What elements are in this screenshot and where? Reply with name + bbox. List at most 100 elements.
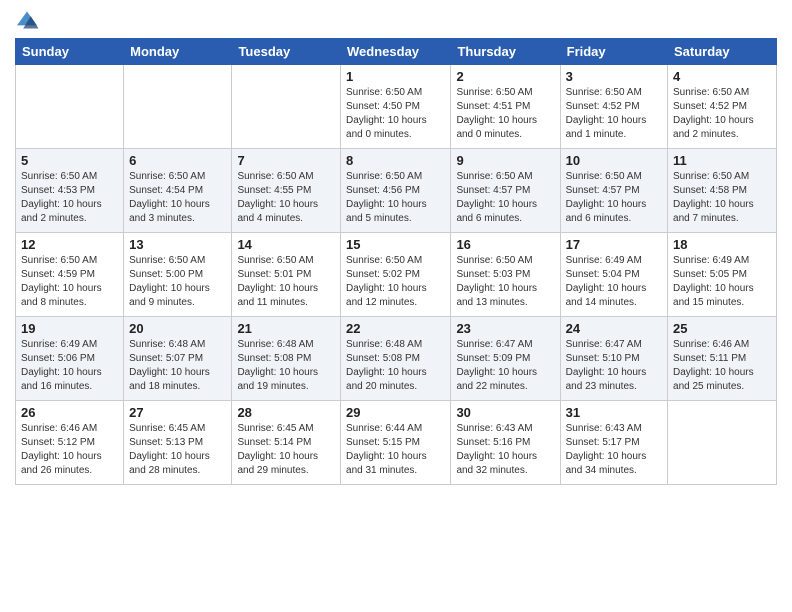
weekday-header-wednesday: Wednesday — [341, 39, 451, 65]
day-number: 26 — [21, 405, 118, 420]
calendar-cell — [16, 65, 124, 149]
cell-details: Sunrise: 6:50 AM Sunset: 5:00 PM Dayligh… — [129, 254, 226, 310]
calendar-cell: 7Sunrise: 6:50 AM Sunset: 4:55 PM Daylig… — [232, 149, 341, 233]
cell-content: 15 Sunrise: 6:50 AM Sunset: 5:02 PM Dayli… — [346, 237, 445, 312]
day-number: 31 — [566, 405, 662, 420]
calendar-cell: 21 Sunrise: 6:48 AM Sunset: 5:08 PM Dayli… — [232, 317, 341, 401]
calendar-cell: 25Sunrise: 6:46 AM Sunset: 5:11 PM Dayli… — [668, 317, 777, 401]
day-number: 17 — [566, 237, 662, 252]
cell-content: 5Sunrise: 6:50 AM Sunset: 4:53 PM Daylig… — [21, 153, 118, 228]
cell-content: 13 Sunrise: 6:50 AM Sunset: 5:00 PM Dayli… — [129, 237, 226, 312]
cell-content: 29Sunrise: 6:44 AM Sunset: 5:15 PM Dayli… — [346, 405, 445, 480]
cell-details: Sunrise: 6:50 AM Sunset: 4:52 PM Dayligh… — [566, 86, 662, 142]
cell-details: Sunrise: 6:50 AM Sunset: 4:59 PM Dayligh… — [21, 254, 118, 310]
logo — [15, 10, 43, 30]
cell-details: Sunrise: 6:50 AM Sunset: 5:01 PM Dayligh… — [237, 254, 335, 310]
day-number: 13 — [129, 237, 226, 252]
cell-content: 28 Sunrise: 6:45 AM Sunset: 5:14 PM Dayli… — [237, 405, 335, 480]
weekday-header-saturday: Saturday — [668, 39, 777, 65]
cell-details: Sunrise: 6:50 AM Sunset: 5:03 PM Dayligh… — [456, 254, 554, 310]
cell-details: Sunrise: 6:50 AM Sunset: 4:57 PM Dayligh… — [456, 170, 554, 226]
cell-details: Sunrise: 6:50 AM Sunset: 4:54 PM Dayligh… — [129, 170, 226, 226]
day-number: 8 — [346, 153, 445, 168]
day-number: 21 — [237, 321, 335, 336]
day-number: 6 — [129, 153, 226, 168]
cell-content: 25Sunrise: 6:46 AM Sunset: 5:11 PM Dayli… — [673, 321, 771, 396]
calendar-cell: 4 Sunrise: 6:50 AM Sunset: 4:52 PM Daylig… — [668, 65, 777, 149]
day-number: 12 — [21, 237, 118, 252]
cell-details: Sunrise: 6:50 AM Sunset: 4:58 PM Dayligh… — [673, 170, 771, 226]
page: SundayMondayTuesdayWednesdayThursdayFrid… — [0, 0, 792, 612]
day-number: 9 — [456, 153, 554, 168]
cell-content: 11 Sunrise: 6:50 AM Sunset: 4:58 PM Dayli… — [673, 153, 771, 228]
day-number: 20 — [129, 321, 226, 336]
cell-details: Sunrise: 6:50 AM Sunset: 4:50 PM Dayligh… — [346, 86, 445, 142]
cell-content: 30Sunrise: 6:43 AM Sunset: 5:16 PM Dayli… — [456, 405, 554, 480]
day-number: 15 — [346, 237, 445, 252]
calendar-cell: 10Sunrise: 6:50 AM Sunset: 4:57 PM Dayli… — [560, 149, 667, 233]
cell-content: 8Sunrise: 6:50 AM Sunset: 4:56 PM Daylig… — [346, 153, 445, 228]
cell-content: 14 Sunrise: 6:50 AM Sunset: 5:01 PM Dayli… — [237, 237, 335, 312]
calendar-week-4: 19Sunrise: 6:49 AM Sunset: 5:06 PM Dayli… — [16, 317, 777, 401]
calendar-cell: 8Sunrise: 6:50 AM Sunset: 4:56 PM Daylig… — [341, 149, 451, 233]
cell-content: 6 Sunrise: 6:50 AM Sunset: 4:54 PM Daylig… — [129, 153, 226, 228]
cell-details: Sunrise: 6:48 AM Sunset: 5:08 PM Dayligh… — [237, 338, 335, 394]
cell-content: 18Sunrise: 6:49 AM Sunset: 5:05 PM Dayli… — [673, 237, 771, 312]
calendar-cell — [124, 65, 232, 149]
calendar-cell: 13 Sunrise: 6:50 AM Sunset: 5:00 PM Dayli… — [124, 233, 232, 317]
calendar-cell: 19Sunrise: 6:49 AM Sunset: 5:06 PM Dayli… — [16, 317, 124, 401]
day-number: 11 — [673, 153, 771, 168]
calendar-week-3: 12 Sunrise: 6:50 AM Sunset: 4:59 PM Dayli… — [16, 233, 777, 317]
weekday-header-friday: Friday — [560, 39, 667, 65]
calendar-cell: 18Sunrise: 6:49 AM Sunset: 5:05 PM Dayli… — [668, 233, 777, 317]
cell-content: 4 Sunrise: 6:50 AM Sunset: 4:52 PM Daylig… — [673, 69, 771, 144]
calendar-cell: 15 Sunrise: 6:50 AM Sunset: 5:02 PM Dayli… — [341, 233, 451, 317]
calendar-cell: 30Sunrise: 6:43 AM Sunset: 5:16 PM Dayli… — [451, 401, 560, 485]
day-number: 5 — [21, 153, 118, 168]
calendar-cell: 29Sunrise: 6:44 AM Sunset: 5:15 PM Dayli… — [341, 401, 451, 485]
calendar-cell: 23 Sunrise: 6:47 AM Sunset: 5:09 PM Dayli… — [451, 317, 560, 401]
calendar-cell: 22Sunrise: 6:48 AM Sunset: 5:08 PM Dayli… — [341, 317, 451, 401]
cell-details: Sunrise: 6:50 AM Sunset: 4:52 PM Dayligh… — [673, 86, 771, 142]
cell-content: 7Sunrise: 6:50 AM Sunset: 4:55 PM Daylig… — [237, 153, 335, 228]
cell-content: 27 Sunrise: 6:45 AM Sunset: 5:13 PM Dayli… — [129, 405, 226, 480]
day-number: 23 — [456, 321, 554, 336]
day-number: 14 — [237, 237, 335, 252]
weekday-header-tuesday: Tuesday — [232, 39, 341, 65]
calendar-cell: 31Sunrise: 6:43 AM Sunset: 5:17 PM Dayli… — [560, 401, 667, 485]
header — [15, 10, 777, 30]
day-number: 28 — [237, 405, 335, 420]
cell-details: Sunrise: 6:45 AM Sunset: 5:14 PM Dayligh… — [237, 422, 335, 478]
cell-details: Sunrise: 6:45 AM Sunset: 5:13 PM Dayligh… — [129, 422, 226, 478]
calendar-cell: 12 Sunrise: 6:50 AM Sunset: 4:59 PM Dayli… — [16, 233, 124, 317]
day-number: 22 — [346, 321, 445, 336]
cell-content: 21 Sunrise: 6:48 AM Sunset: 5:08 PM Dayli… — [237, 321, 335, 396]
day-number: 18 — [673, 237, 771, 252]
cell-content: 20 Sunrise: 6:48 AM Sunset: 5:07 PM Dayli… — [129, 321, 226, 396]
day-number: 24 — [566, 321, 662, 336]
cell-content: 2Sunrise: 6:50 AM Sunset: 4:51 PM Daylig… — [456, 69, 554, 144]
calendar-cell: 5Sunrise: 6:50 AM Sunset: 4:53 PM Daylig… — [16, 149, 124, 233]
day-number: 4 — [673, 69, 771, 84]
calendar-week-5: 26 Sunrise: 6:46 AM Sunset: 5:12 PM Dayli… — [16, 401, 777, 485]
calendar-table: SundayMondayTuesdayWednesdayThursdayFrid… — [15, 38, 777, 485]
calendar-cell: 27 Sunrise: 6:45 AM Sunset: 5:13 PM Dayli… — [124, 401, 232, 485]
calendar-cell: 1 Sunrise: 6:50 AM Sunset: 4:50 PM Daylig… — [341, 65, 451, 149]
day-number: 27 — [129, 405, 226, 420]
cell-details: Sunrise: 6:46 AM Sunset: 5:12 PM Dayligh… — [21, 422, 118, 478]
cell-details: Sunrise: 6:47 AM Sunset: 5:09 PM Dayligh… — [456, 338, 554, 394]
calendar-cell: 6 Sunrise: 6:50 AM Sunset: 4:54 PM Daylig… — [124, 149, 232, 233]
day-number: 3 — [566, 69, 662, 84]
weekday-header-sunday: Sunday — [16, 39, 124, 65]
cell-details: Sunrise: 6:46 AM Sunset: 5:11 PM Dayligh… — [673, 338, 771, 394]
weekday-header-thursday: Thursday — [451, 39, 560, 65]
cell-content: 3 Sunrise: 6:50 AM Sunset: 4:52 PM Daylig… — [566, 69, 662, 144]
cell-details: Sunrise: 6:50 AM Sunset: 5:02 PM Dayligh… — [346, 254, 445, 310]
cell-details: Sunrise: 6:48 AM Sunset: 5:07 PM Dayligh… — [129, 338, 226, 394]
cell-content: 10Sunrise: 6:50 AM Sunset: 4:57 PM Dayli… — [566, 153, 662, 228]
cell-details: Sunrise: 6:44 AM Sunset: 5:15 PM Dayligh… — [346, 422, 445, 478]
cell-content: 22Sunrise: 6:48 AM Sunset: 5:08 PM Dayli… — [346, 321, 445, 396]
calendar-cell: 20 Sunrise: 6:48 AM Sunset: 5:07 PM Dayli… — [124, 317, 232, 401]
logo-icon — [15, 10, 39, 30]
day-number: 1 — [346, 69, 445, 84]
